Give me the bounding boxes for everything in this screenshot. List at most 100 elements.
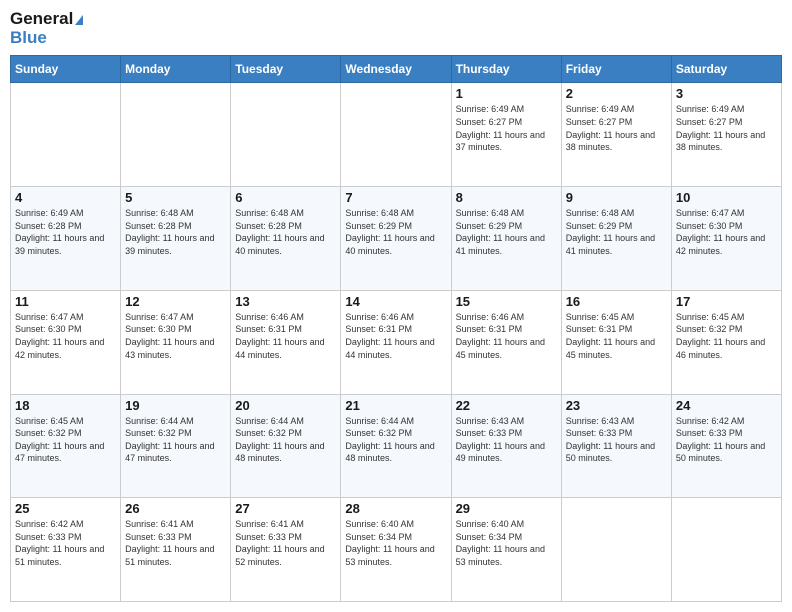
calendar-cell: [341, 83, 451, 187]
calendar-cell: 9 Sunrise: 6:48 AM Sunset: 6:29 PM Daylig…: [561, 187, 671, 291]
calendar-header-row: SundayMondayTuesdayWednesdayThursdayFrid…: [11, 56, 782, 83]
day-info: Sunrise: 6:44 AM Sunset: 6:32 PM Dayligh…: [125, 415, 226, 465]
day-number: 8: [456, 190, 557, 205]
day-number: 10: [676, 190, 777, 205]
day-info: Sunrise: 6:47 AM Sunset: 6:30 PM Dayligh…: [125, 311, 226, 361]
day-number: 9: [566, 190, 667, 205]
header: General Blue: [10, 10, 782, 47]
calendar-cell: 27 Sunrise: 6:41 AM Sunset: 6:33 PM Dayli…: [231, 498, 341, 602]
calendar-cell: 5 Sunrise: 6:48 AM Sunset: 6:28 PM Daylig…: [121, 187, 231, 291]
day-info: Sunrise: 6:49 AM Sunset: 6:28 PM Dayligh…: [15, 207, 116, 257]
calendar-cell: 12Sunrise: 6:47 AM Sunset: 6:30 PM Dayli…: [121, 290, 231, 394]
calendar-cell: 20 Sunrise: 6:44 AM Sunset: 6:32 PM Dayli…: [231, 394, 341, 498]
day-info: Sunrise: 6:45 AM Sunset: 6:32 PM Dayligh…: [676, 311, 777, 361]
calendar-week-3: 11 Sunrise: 6:47 AM Sunset: 6:30 PM Dayli…: [11, 290, 782, 394]
calendar-cell: [561, 498, 671, 602]
day-number: 16: [566, 294, 667, 309]
calendar-cell: 29Sunrise: 6:40 AM Sunset: 6:34 PM Dayli…: [451, 498, 561, 602]
calendar-cell: 4 Sunrise: 6:49 AM Sunset: 6:28 PM Daylig…: [11, 187, 121, 291]
day-number: 2: [566, 86, 667, 101]
calendar-cell: 3 Sunrise: 6:49 AM Sunset: 6:27 PM Daylig…: [671, 83, 781, 187]
calendar-cell: 22Sunrise: 6:43 AM Sunset: 6:33 PM Dayli…: [451, 394, 561, 498]
day-number: 21: [345, 398, 446, 413]
calendar-week-1: 1 Sunrise: 6:49 AM Sunset: 6:27 PM Daylig…: [11, 83, 782, 187]
day-number: 15: [456, 294, 557, 309]
day-info: Sunrise: 6:49 AM Sunset: 6:27 PM Dayligh…: [456, 103, 557, 153]
day-header-monday: Monday: [121, 56, 231, 83]
day-number: 3: [676, 86, 777, 101]
day-info: Sunrise: 6:47 AM Sunset: 6:30 PM Dayligh…: [676, 207, 777, 257]
logo-blue-text: Blue: [10, 29, 47, 48]
day-info: Sunrise: 6:40 AM Sunset: 6:34 PM Dayligh…: [456, 518, 557, 568]
calendar-cell: 2Sunrise: 6:49 AM Sunset: 6:27 PM Daylig…: [561, 83, 671, 187]
day-info: Sunrise: 6:48 AM Sunset: 6:28 PM Dayligh…: [235, 207, 336, 257]
calendar-cell: 28 Sunrise: 6:40 AM Sunset: 6:34 PM Dayli…: [341, 498, 451, 602]
calendar-table: SundayMondayTuesdayWednesdayThursdayFrid…: [10, 55, 782, 602]
calendar-cell: 21Sunrise: 6:44 AM Sunset: 6:32 PM Dayli…: [341, 394, 451, 498]
logo: General Blue: [10, 10, 83, 47]
calendar-cell: 8Sunrise: 6:48 AM Sunset: 6:29 PM Daylig…: [451, 187, 561, 291]
day-number: 4: [15, 190, 116, 205]
day-number: 20: [235, 398, 336, 413]
day-number: 6: [235, 190, 336, 205]
calendar-cell: 19Sunrise: 6:44 AM Sunset: 6:32 PM Dayli…: [121, 394, 231, 498]
calendar-cell: 23Sunrise: 6:43 AM Sunset: 6:33 PM Dayli…: [561, 394, 671, 498]
day-info: Sunrise: 6:43 AM Sunset: 6:33 PM Dayligh…: [456, 415, 557, 465]
calendar-cell: 13 Sunrise: 6:46 AM Sunset: 6:31 PM Dayli…: [231, 290, 341, 394]
page: General Blue SundayMondayTuesdayWednesda…: [0, 0, 792, 612]
day-number: 5: [125, 190, 226, 205]
day-number: 28: [345, 501, 446, 516]
calendar-cell: 15 Sunrise: 6:46 AM Sunset: 6:31 PM Dayli…: [451, 290, 561, 394]
day-info: Sunrise: 6:46 AM Sunset: 6:31 PM Dayligh…: [345, 311, 446, 361]
day-info: Sunrise: 6:42 AM Sunset: 6:33 PM Dayligh…: [15, 518, 116, 568]
day-info: Sunrise: 6:41 AM Sunset: 6:33 PM Dayligh…: [235, 518, 336, 568]
calendar-week-5: 25 Sunrise: 6:42 AM Sunset: 6:33 PM Dayli…: [11, 498, 782, 602]
day-info: Sunrise: 6:48 AM Sunset: 6:28 PM Dayligh…: [125, 207, 226, 257]
calendar-cell: 11 Sunrise: 6:47 AM Sunset: 6:30 PM Dayli…: [11, 290, 121, 394]
day-info: Sunrise: 6:45 AM Sunset: 6:31 PM Dayligh…: [566, 311, 667, 361]
calendar-week-4: 18Sunrise: 6:45 AM Sunset: 6:32 PM Dayli…: [11, 394, 782, 498]
calendar-cell: [671, 498, 781, 602]
day-header-sunday: Sunday: [11, 56, 121, 83]
calendar-cell: [11, 83, 121, 187]
day-info: Sunrise: 6:48 AM Sunset: 6:29 PM Dayligh…: [566, 207, 667, 257]
day-header-wednesday: Wednesday: [341, 56, 451, 83]
day-info: Sunrise: 6:47 AM Sunset: 6:30 PM Dayligh…: [15, 311, 116, 361]
calendar-cell: 17 Sunrise: 6:45 AM Sunset: 6:32 PM Dayli…: [671, 290, 781, 394]
day-info: Sunrise: 6:48 AM Sunset: 6:29 PM Dayligh…: [345, 207, 446, 257]
calendar-cell: 14 Sunrise: 6:46 AM Sunset: 6:31 PM Dayli…: [341, 290, 451, 394]
calendar-cell: 6 Sunrise: 6:48 AM Sunset: 6:28 PM Daylig…: [231, 187, 341, 291]
calendar-cell: 18Sunrise: 6:45 AM Sunset: 6:32 PM Dayli…: [11, 394, 121, 498]
calendar-cell: 26 Sunrise: 6:41 AM Sunset: 6:33 PM Dayli…: [121, 498, 231, 602]
day-number: 11: [15, 294, 116, 309]
day-info: Sunrise: 6:45 AM Sunset: 6:32 PM Dayligh…: [15, 415, 116, 465]
day-number: 27: [235, 501, 336, 516]
day-number: 1: [456, 86, 557, 101]
logo-general-text: General: [10, 10, 83, 29]
calendar-cell: 7 Sunrise: 6:48 AM Sunset: 6:29 PM Daylig…: [341, 187, 451, 291]
day-number: 26: [125, 501, 226, 516]
calendar-cell: 1 Sunrise: 6:49 AM Sunset: 6:27 PM Daylig…: [451, 83, 561, 187]
day-info: Sunrise: 6:49 AM Sunset: 6:27 PM Dayligh…: [676, 103, 777, 153]
day-number: 13: [235, 294, 336, 309]
calendar-cell: [231, 83, 341, 187]
day-info: Sunrise: 6:44 AM Sunset: 6:32 PM Dayligh…: [235, 415, 336, 465]
day-number: 7: [345, 190, 446, 205]
calendar-week-2: 4 Sunrise: 6:49 AM Sunset: 6:28 PM Daylig…: [11, 187, 782, 291]
day-number: 14: [345, 294, 446, 309]
day-number: 17: [676, 294, 777, 309]
day-info: Sunrise: 6:41 AM Sunset: 6:33 PM Dayligh…: [125, 518, 226, 568]
day-info: Sunrise: 6:46 AM Sunset: 6:31 PM Dayligh…: [235, 311, 336, 361]
day-info: Sunrise: 6:46 AM Sunset: 6:31 PM Dayligh…: [456, 311, 557, 361]
calendar-cell: 16 Sunrise: 6:45 AM Sunset: 6:31 PM Dayli…: [561, 290, 671, 394]
day-info: Sunrise: 6:42 AM Sunset: 6:33 PM Dayligh…: [676, 415, 777, 465]
calendar-cell: 10 Sunrise: 6:47 AM Sunset: 6:30 PM Dayli…: [671, 187, 781, 291]
day-header-thursday: Thursday: [451, 56, 561, 83]
day-number: 25: [15, 501, 116, 516]
day-header-tuesday: Tuesday: [231, 56, 341, 83]
day-number: 24: [676, 398, 777, 413]
day-number: 23: [566, 398, 667, 413]
day-header-friday: Friday: [561, 56, 671, 83]
calendar-cell: [121, 83, 231, 187]
day-info: Sunrise: 6:40 AM Sunset: 6:34 PM Dayligh…: [345, 518, 446, 568]
